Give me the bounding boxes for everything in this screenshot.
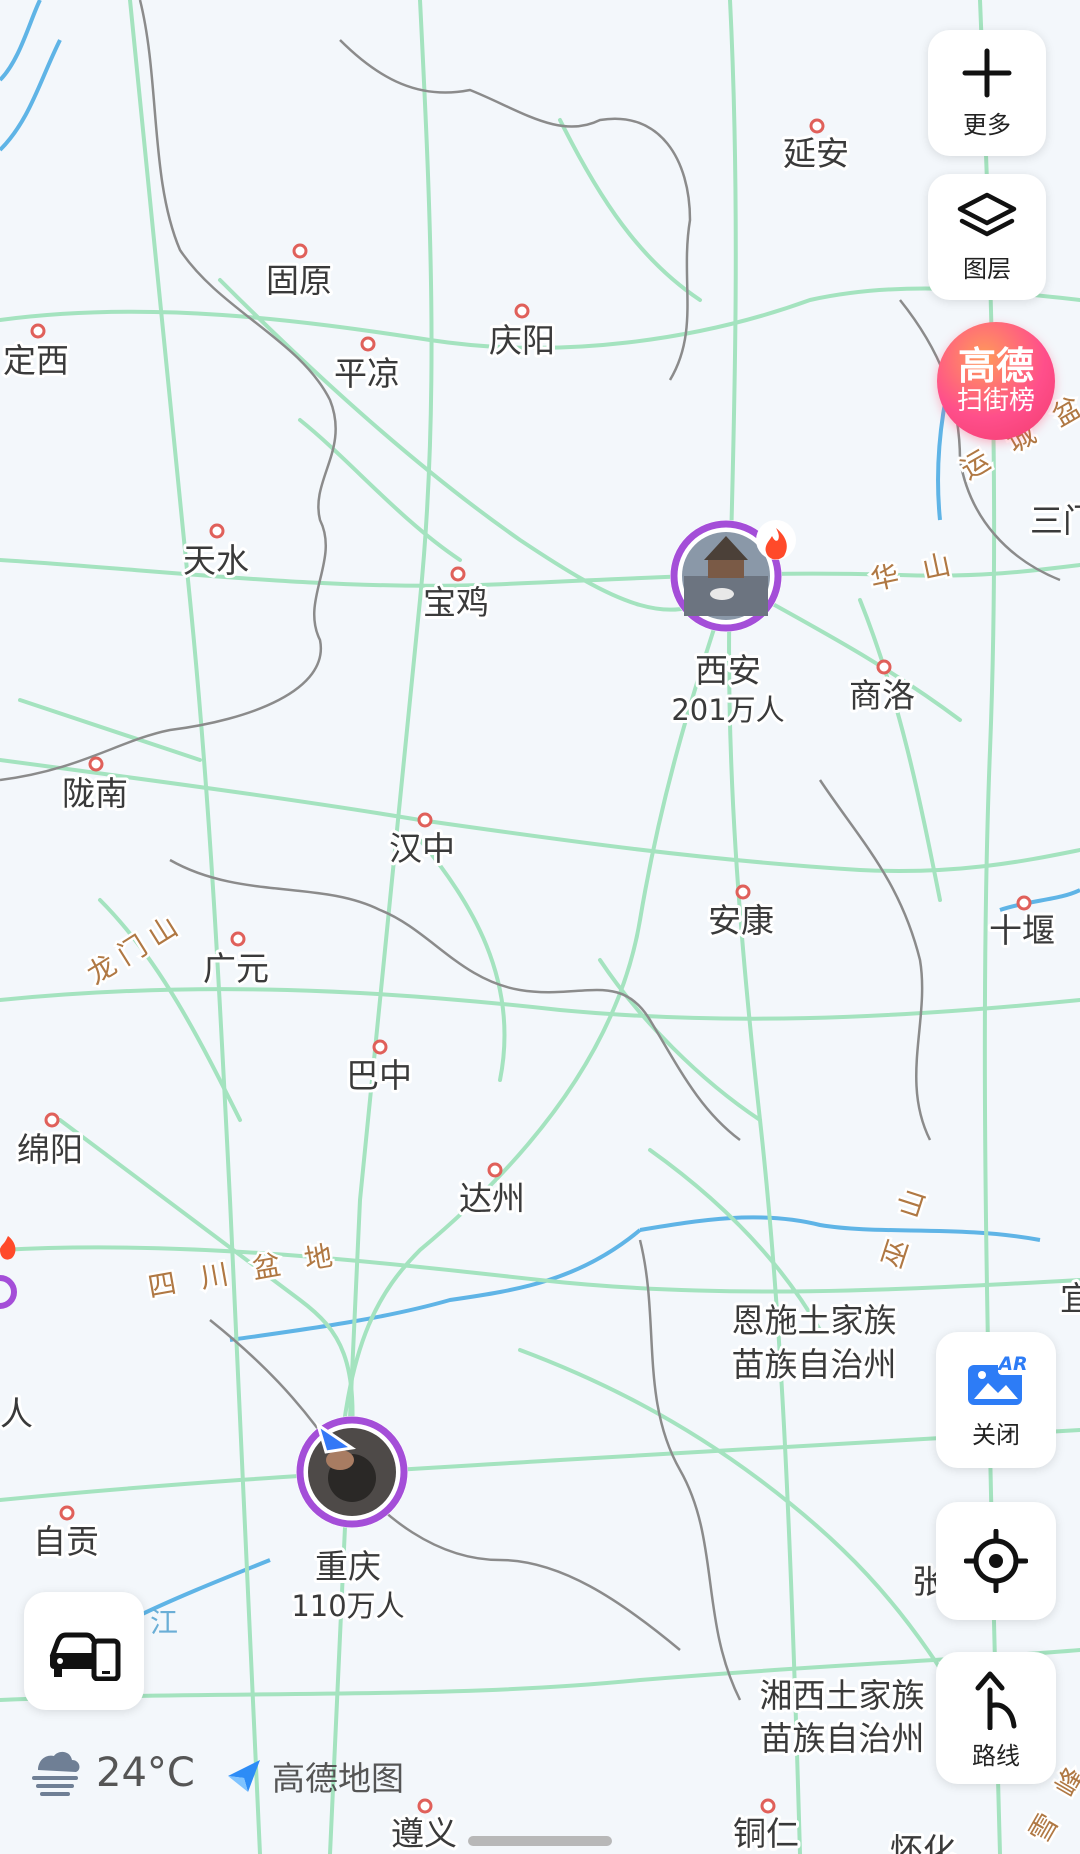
- amap-watermark: 高德地图: [224, 1752, 404, 1800]
- city-label-mianyang: 绵阳: [17, 1130, 83, 1169]
- ar-label: 关闭: [972, 1420, 1020, 1449]
- city-label-tongren: 铜仁: [733, 1814, 799, 1853]
- city-label-longnan: 陇南: [62, 774, 128, 813]
- city-label-bazhong: 巴中: [346, 1056, 412, 1095]
- plus-icon: [962, 48, 1012, 97]
- layers-icon: [957, 192, 1017, 236]
- city-label-yanan: 延安: [783, 134, 849, 173]
- ar-button[interactable]: AR 关闭: [936, 1332, 1056, 1468]
- city-label-xian: 西安: [695, 651, 761, 690]
- water-label-jiang: 江: [150, 1606, 178, 1639]
- city-label-shangluo: 商洛: [849, 676, 915, 715]
- fog-icon: [32, 1751, 80, 1796]
- street-ranking-badge[interactable]: 高德 扫街榜: [937, 322, 1055, 440]
- city-label-xiangxi-1: 湘西土家族: [760, 1676, 925, 1715]
- city-label-guyuan: 固原: [266, 261, 332, 300]
- city-label-huaihua: 怀化: [890, 1831, 956, 1854]
- ranking-title: 高德: [957, 344, 1034, 388]
- home-indicator[interactable]: [468, 1836, 612, 1846]
- route-arrow-icon: [975, 1671, 1017, 1730]
- city-label-dazhou: 达州: [459, 1179, 525, 1218]
- layers-button[interactable]: 图层: [928, 174, 1046, 300]
- more-button[interactable]: 更多: [928, 30, 1046, 156]
- map-canvas[interactable]: 延安 固原 定西 平凉 庆阳 天水 宝鸡 商洛 陇南 汉中 安康 十堰 广元 巴…: [0, 0, 1080, 1854]
- vehicle-button[interactable]: [24, 1592, 144, 1710]
- population-chongqing: 110万人: [291, 1589, 404, 1623]
- city-label-xiangxi-2: 苗族自治州: [760, 1719, 925, 1758]
- city-label-sanmen: 三门: [1030, 501, 1080, 540]
- weather-widget[interactable]: 24°C: [28, 1748, 195, 1798]
- city-label-tianshui: 天水: [183, 541, 249, 580]
- city-label-guangyuan: 广元: [203, 949, 269, 988]
- crosshair-icon: [964, 1529, 1028, 1593]
- city-label-qingyang: 庆阳: [489, 321, 555, 360]
- ar-scene-icon: AR: [968, 1352, 1028, 1405]
- city-label-baoji: 宝鸡: [423, 583, 489, 622]
- route-button[interactable]: 路线: [936, 1652, 1056, 1784]
- city-label-enshi-1: 恩施土家族: [732, 1301, 897, 1340]
- city-label-pingliang: 平凉: [334, 354, 400, 393]
- layers-label: 图层: [963, 254, 1011, 283]
- ar-badge-text: AR: [996, 1353, 1027, 1375]
- city-label-zunyi: 遵义: [391, 1814, 457, 1853]
- city-label-hanzhong: 汉中: [389, 829, 455, 868]
- city-label-ankang: 安康: [708, 901, 774, 940]
- more-label: 更多: [963, 110, 1011, 139]
- brand-name: 高德地图: [272, 1759, 404, 1798]
- city-label-dingxi: 定西: [3, 341, 69, 380]
- city-label-chongqing: 重庆: [315, 1547, 381, 1586]
- weather-temperature: 24°C: [96, 1750, 195, 1796]
- svg-text:人: 人: [0, 1394, 33, 1433]
- ranking-subtitle: 扫街榜: [956, 386, 1035, 416]
- car-phone-icon: [49, 1632, 121, 1681]
- city-label-yi: 宜: [1060, 1279, 1080, 1318]
- city-label-enshi-2: 苗族自治州: [732, 1345, 897, 1384]
- route-label: 路线: [972, 1741, 1020, 1770]
- city-label-zigong: 自贡: [33, 1522, 99, 1561]
- amap-logo-icon: [228, 1760, 260, 1792]
- population-xian: 201万人: [671, 693, 784, 727]
- city-label-shiyan: 十堰: [989, 911, 1055, 950]
- locate-button[interactable]: [936, 1502, 1056, 1620]
